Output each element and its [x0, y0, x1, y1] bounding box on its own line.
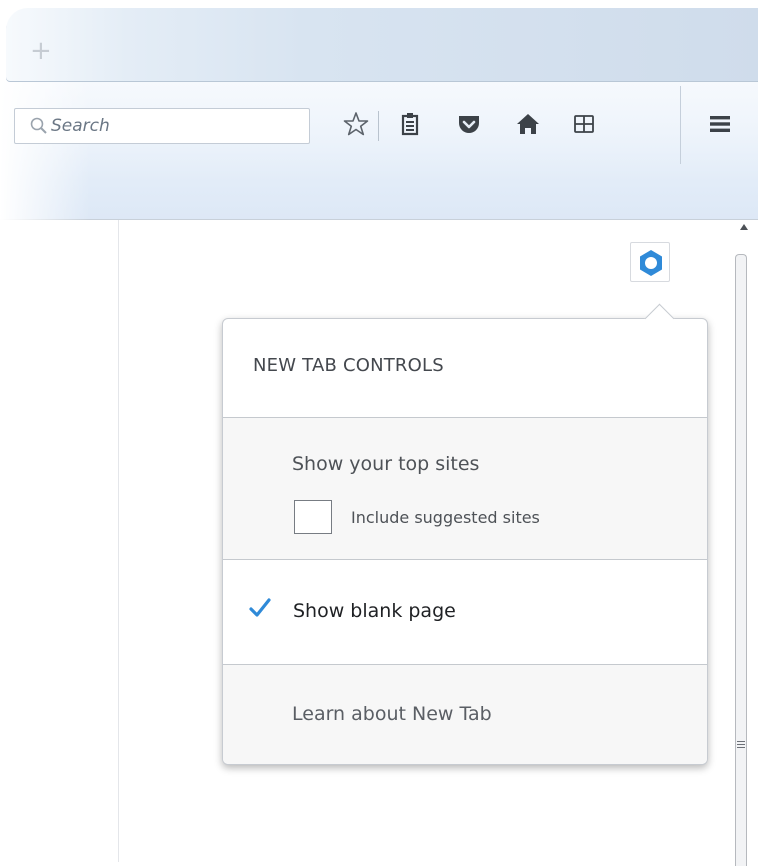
gear-icon	[640, 250, 662, 276]
content-divider	[118, 220, 119, 862]
include-suggested-checkbox[interactable]	[294, 500, 332, 534]
reading-list-button[interactable]	[392, 106, 428, 146]
toolbar-fade	[0, 82, 90, 220]
bookmark-star-icon	[343, 112, 369, 136]
windows-button[interactable]	[566, 106, 602, 146]
open-menu-button[interactable]	[702, 106, 738, 146]
checkmark-icon	[248, 596, 272, 624]
option-show-top-sites[interactable]: Show your top sites Include suggested si…	[223, 417, 707, 560]
panel-arrow	[644, 303, 675, 334]
search-icon	[29, 116, 49, 136]
home-icon	[517, 114, 539, 134]
bookmark-star-button[interactable]	[338, 106, 374, 146]
plus-icon[interactable]: +	[30, 38, 52, 64]
learn-about-new-tab-link[interactable]: Learn about New Tab	[292, 703, 492, 725]
navigation-toolbar	[0, 82, 758, 220]
pocket-icon	[459, 116, 479, 133]
toolbar-separator	[378, 111, 379, 141]
reading-list-icon	[401, 113, 419, 136]
scrollbar-grip-icon	[737, 741, 745, 750]
search-input[interactable]	[51, 113, 301, 139]
scrollbar-thumb[interactable]	[735, 254, 747, 866]
tab-strip: +	[0, 0, 758, 82]
newtab-controls-panel: NEW TAB CONTROLS Show your top sites Inc…	[222, 303, 708, 765]
vertical-scrollbar[interactable]	[732, 220, 758, 866]
pocket-button[interactable]	[451, 106, 487, 146]
option-show-blank-page[interactable]: Show blank page	[223, 560, 707, 664]
new-tab-page: NEW TAB CONTROLS Show your top sites Inc…	[0, 220, 758, 866]
show-blank-page-label[interactable]: Show blank page	[293, 600, 456, 622]
search-box[interactable]	[14, 108, 310, 144]
show-top-sites-label[interactable]: Show your top sites	[292, 453, 479, 475]
scroll-up-arrow-icon[interactable]	[740, 224, 748, 230]
include-suggested-label[interactable]: Include suggested sites	[351, 508, 540, 527]
home-button[interactable]	[510, 106, 546, 146]
toolbar-separator	[680, 86, 681, 164]
newtab-settings-button[interactable]	[630, 242, 670, 282]
hamburger-menu-icon	[710, 116, 730, 132]
panel-title: NEW TAB CONTROLS	[253, 355, 444, 376]
new-tab-button[interactable]: +	[6, 8, 758, 82]
learn-about-section: Learn about New Tab	[223, 664, 707, 764]
windows-icon	[574, 115, 594, 133]
